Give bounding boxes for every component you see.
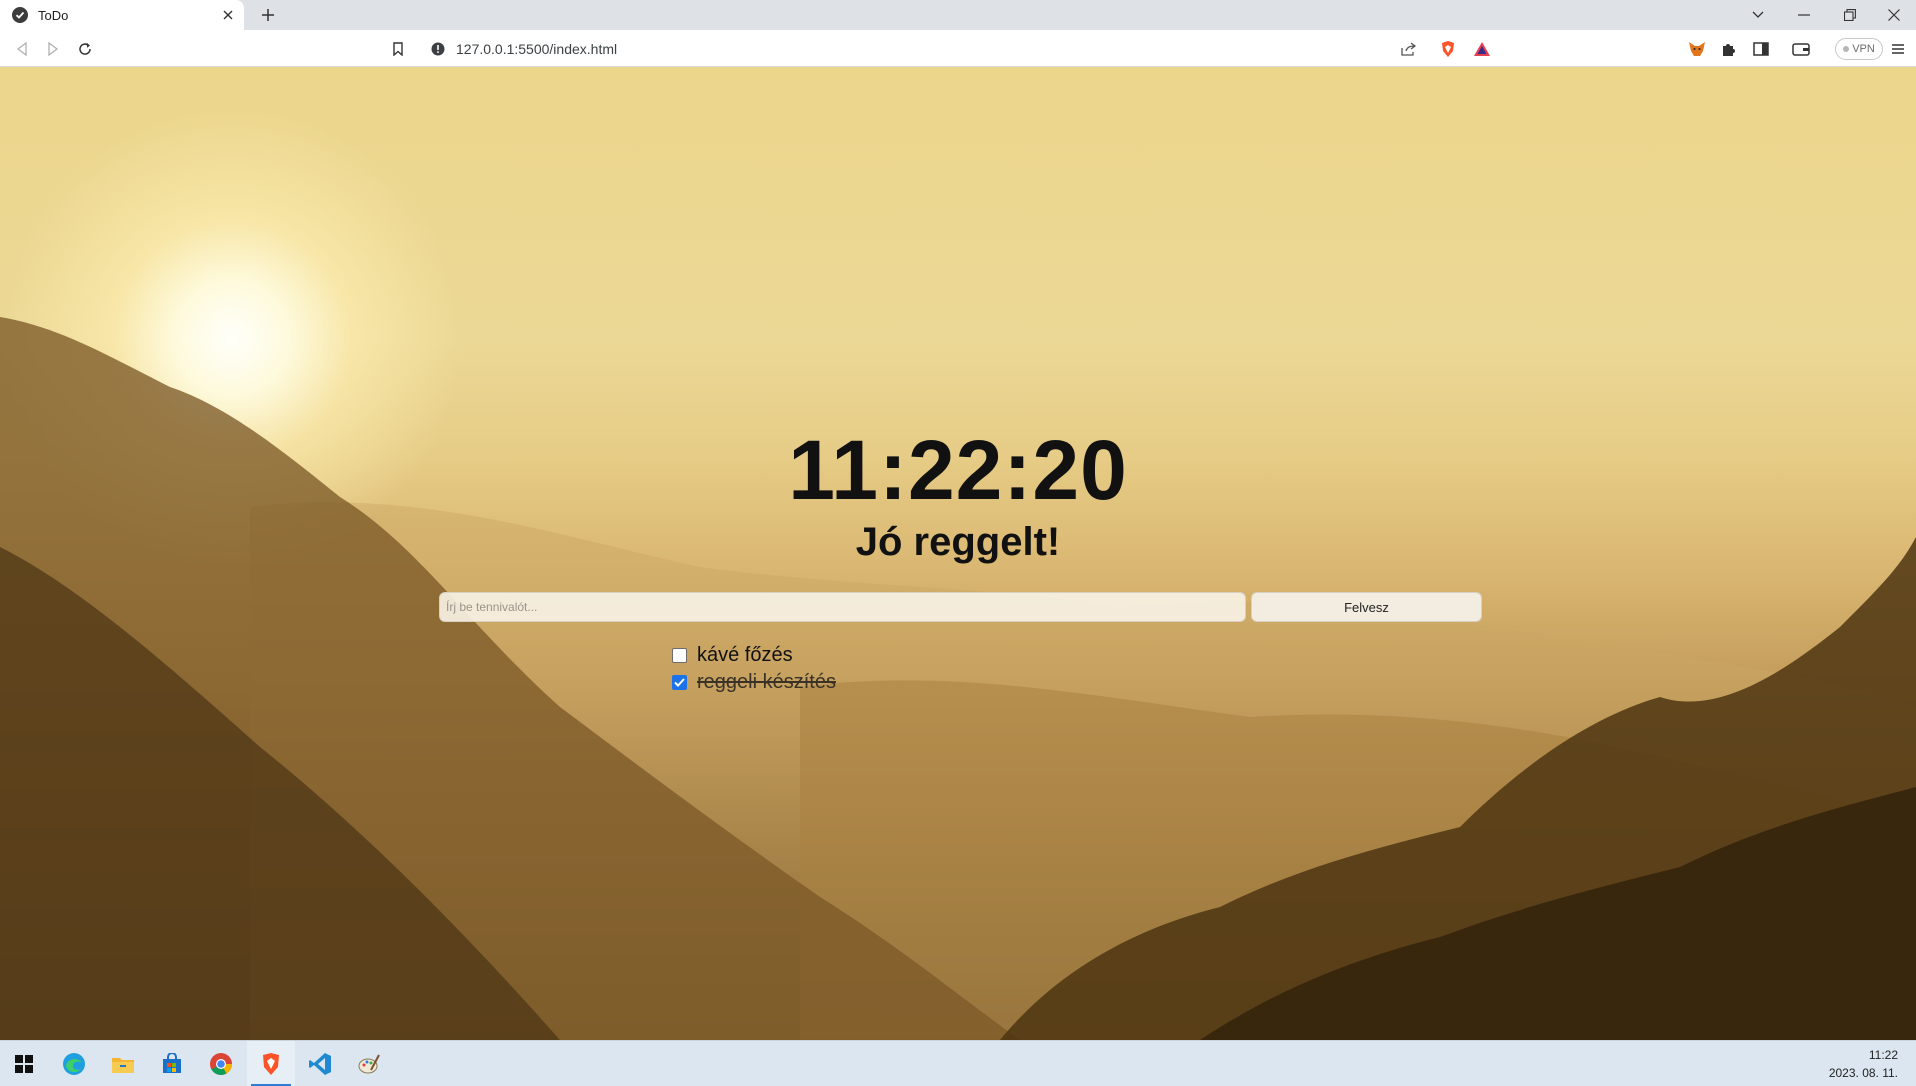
sidebar-toggle-icon[interactable]: [1749, 37, 1773, 61]
clock-display: 11:22:20: [788, 423, 1128, 517]
microsoft-store-icon[interactable]: [148, 1041, 196, 1086]
file-explorer-icon[interactable]: [99, 1041, 147, 1086]
todo-text: reggeli készítés: [697, 671, 836, 693]
add-todo-button[interactable]: Felvesz: [1251, 592, 1482, 622]
tab-todo[interactable]: ToDo: [0, 0, 244, 30]
bookmark-icon[interactable]: [386, 37, 410, 61]
browser-toolbar: 127.0.0.1:5500/index.html VPN: [0, 30, 1916, 67]
crypto-wallet-icon[interactable]: [1789, 37, 1813, 61]
new-tab-icon[interactable]: [256, 4, 280, 26]
page-viewport: 11:22:20 Jó reggelt! Felvesz kávé főzés …: [0, 67, 1916, 1040]
tray-date: 2023. 08. 11.: [1828, 1066, 1898, 1080]
paint-icon[interactable]: [345, 1041, 393, 1086]
site-info-icon[interactable]: [430, 41, 446, 57]
greeting-heading: Jó reggelt!: [855, 520, 1061, 564]
edge-browser-icon[interactable]: [50, 1041, 98, 1086]
minimize-icon[interactable]: [1782, 0, 1826, 30]
extensions-puzzle-icon[interactable]: [1717, 37, 1741, 61]
tab-strip: ToDo: [0, 0, 1916, 30]
todo-checkbox[interactable]: [672, 675, 687, 690]
todo-item: kávé főzés: [672, 642, 836, 669]
tray-time: 11:22: [1868, 1048, 1898, 1062]
todo-item: reggeli készítés: [672, 669, 836, 696]
windows-start-icon[interactable]: [0, 1041, 48, 1086]
todo-checkbox[interactable]: [672, 648, 687, 663]
close-window-icon[interactable]: [1872, 0, 1916, 30]
url-text: 127.0.0.1:5500/index.html: [456, 40, 618, 57]
share-icon[interactable]: [1397, 37, 1421, 61]
vscode-icon[interactable]: [296, 1041, 344, 1086]
brave-browser-icon[interactable]: [247, 1041, 295, 1086]
todo-list: kávé főzés reggeli készítés: [672, 642, 836, 696]
tab-close-icon[interactable]: [218, 5, 238, 25]
restore-icon[interactable]: [1828, 0, 1872, 30]
todo-input[interactable]: [439, 592, 1246, 622]
address-bar[interactable]: 127.0.0.1:5500/index.html: [420, 34, 1500, 63]
menu-hamburger-icon[interactable]: [1886, 37, 1910, 61]
chrome-icon[interactable]: [197, 1041, 245, 1086]
vpn-button[interactable]: VPN: [1835, 38, 1883, 60]
tab-title: ToDo: [38, 7, 69, 23]
todo-text: kávé főzés: [697, 644, 793, 666]
checkmark-favicon-icon: [12, 7, 28, 23]
metamask-icon[interactable]: [1685, 37, 1709, 61]
vpn-dot-icon: [1843, 46, 1850, 52]
reload-icon[interactable]: [73, 37, 97, 61]
brave-rewards-icon[interactable]: [1470, 37, 1494, 61]
back-icon[interactable]: [10, 37, 34, 61]
vpn-label: VPN: [1852, 43, 1875, 55]
brave-shields-icon[interactable]: [1436, 37, 1460, 61]
windows-taskbar: 11:22 2023. 08. 11.: [0, 1040, 1916, 1086]
forward-icon[interactable]: [41, 37, 65, 61]
tab-search-chevron-icon[interactable]: [1736, 0, 1780, 30]
system-clock[interactable]: 11:22 2023. 08. 11.: [1829, 1046, 1898, 1082]
